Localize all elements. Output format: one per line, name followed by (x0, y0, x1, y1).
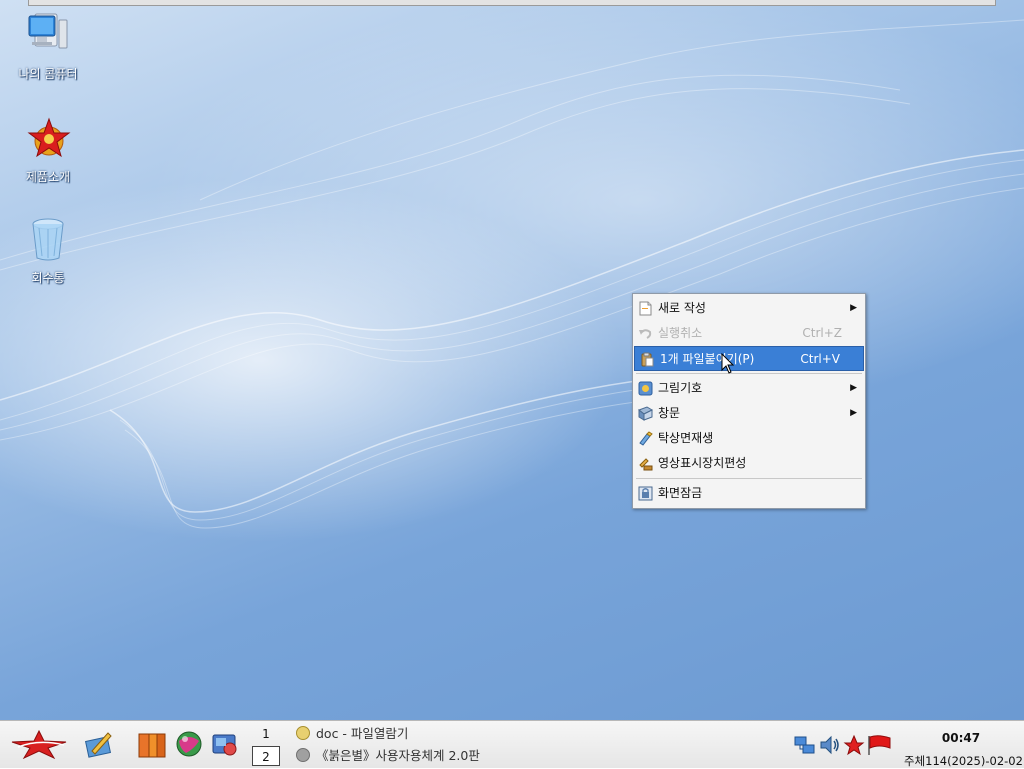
editor-icon[interactable] (84, 729, 114, 759)
document-icon (296, 748, 310, 762)
desktop-background[interactable]: 나의 콤퓨터 제품소개 회수통 새로 작성 ▶ 실행취소 Ctrl+Z 1개 파… (0, 0, 1024, 720)
menu-item-lock-screen[interactable]: 화면잠금 (633, 481, 865, 506)
task-label: doc - 파일열람기 (316, 726, 409, 741)
submenu-arrow-icon: ▶ (850, 383, 857, 393)
menu-item-paste[interactable]: 1개 파일붙이기(P) Ctrl+V (634, 346, 864, 371)
network-icon[interactable] (794, 734, 816, 756)
folder-icon (296, 726, 310, 740)
undo-icon (639, 329, 652, 339)
menu-item-icons[interactable]: 그림기호 ▶ (633, 376, 865, 401)
file-manager-icon[interactable] (137, 729, 167, 759)
flag-icon[interactable] (866, 734, 892, 756)
wallpaper-waves (0, 19, 1024, 529)
submenu-arrow-icon: ▶ (850, 303, 857, 313)
menu-separator (636, 478, 862, 479)
menu-item-display-settings[interactable]: 영상표시장치편성 (633, 451, 865, 476)
red-star-emblem-icon (27, 117, 71, 158)
menu-item-new[interactable]: 새로 작성 ▶ (633, 296, 865, 321)
desktop-icon-label: 제품소개 (25, 170, 71, 184)
menu-separator (636, 373, 862, 374)
media-player-icon[interactable] (210, 729, 240, 759)
menu-item-shortcut: Ctrl+V (800, 352, 840, 366)
computer-monitor-icon (28, 13, 68, 49)
desktop-icon-label: 회수통 (31, 271, 65, 285)
trash-bin-icon (32, 218, 64, 261)
refresh-desktop-icon (639, 431, 653, 446)
menu-item-undo[interactable]: 실행취소 Ctrl+Z (633, 321, 865, 346)
workspace-2-button[interactable]: 2 (252, 746, 280, 766)
desktop-icon-product-intro[interactable]: 제품소개 (8, 113, 88, 185)
menu-item-shortcut: Ctrl+Z (802, 326, 842, 340)
notification-icon[interactable] (843, 734, 865, 756)
menu-item-window[interactable]: 창문 ▶ (633, 401, 865, 426)
menu-item-label: 실행취소 (658, 326, 703, 340)
taskbar-task-user-guide[interactable]: 《붉은별》사용자용체계 2.0판 (296, 746, 480, 766)
desktop-icon-my-computer[interactable]: 나의 콤퓨터 (8, 10, 88, 82)
icon-view-icon (638, 381, 653, 396)
new-document-icon (639, 301, 652, 316)
menu-item-label: 1개 파일붙이기(P) (660, 352, 755, 366)
paste-icon (641, 352, 654, 367)
background-window-edge[interactable] (28, 0, 996, 6)
display-settings-icon (639, 458, 653, 471)
menu-item-label: 새로 작성 (658, 301, 706, 315)
menu-item-refresh-desktop[interactable]: 탁상면재생 (633, 426, 865, 451)
desktop-icon-label: 나의 콤퓨터 (18, 67, 78, 81)
clock-time[interactable]: 00:47 (930, 731, 992, 745)
taskbar-task-file-viewer[interactable]: doc - 파일열람기 (296, 724, 408, 744)
desktop-context-menu: 새로 작성 ▶ 실행취소 Ctrl+Z 1개 파일붙이기(P) Ctrl+V 그… (632, 293, 866, 509)
browser-globe-icon[interactable] (174, 729, 204, 759)
menu-item-label: 그림기호 (658, 381, 703, 395)
start-menu-icon[interactable] (8, 729, 70, 759)
menu-item-label: 탁상면재생 (658, 431, 714, 445)
menu-item-label: 영상표시장치편성 (658, 456, 747, 470)
window-icon (638, 406, 653, 421)
desktop-icon-recycle-bin[interactable]: 회수통 (8, 214, 88, 286)
workspace-1-button[interactable]: 1 (252, 724, 280, 744)
task-label: 《붉은별》사용자용체계 2.0판 (316, 748, 480, 763)
menu-item-label: 창문 (658, 406, 681, 420)
menu-item-label: 화면잠금 (658, 486, 703, 500)
clock-date: 주체114(2025)-02-02 (904, 754, 1023, 768)
lock-screen-icon (638, 486, 653, 501)
volume-icon[interactable] (819, 734, 841, 756)
mouse-pointer-icon (721, 353, 735, 374)
taskbar: 1 2 doc - 파일열람기 《붉은별》사용자용체계 2.0판 00:47 주… (0, 720, 1024, 768)
submenu-arrow-icon: ▶ (850, 408, 857, 418)
